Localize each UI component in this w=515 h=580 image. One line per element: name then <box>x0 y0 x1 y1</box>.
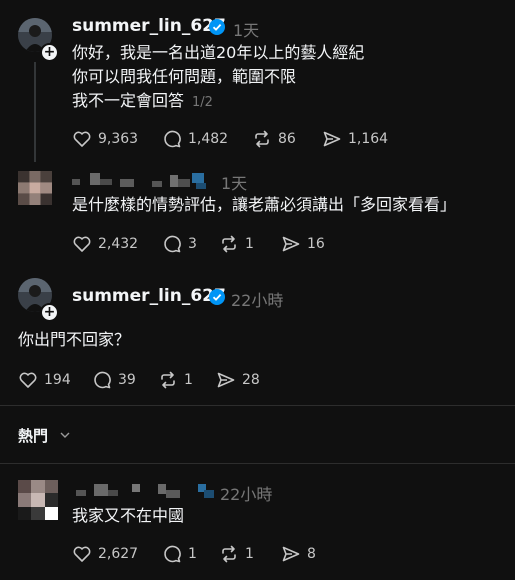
repost-count: 1 <box>245 546 254 562</box>
comment-button[interactable]: 1 <box>162 544 197 564</box>
heart-icon <box>19 372 37 388</box>
comment-icon <box>164 235 181 253</box>
post-text: 我不一定會回答 <box>72 91 185 110</box>
verified-badge-icon <box>209 19 225 35</box>
comment-count: 1 <box>188 546 197 562</box>
share-count: 1,164 <box>348 131 389 147</box>
post-time: 1天 <box>233 21 260 40</box>
avatar[interactable] <box>18 171 52 205</box>
like-button[interactable]: 2,627 <box>72 544 138 564</box>
page-indicator: 1/2 <box>192 95 213 110</box>
post-4[interactable]: 22小時 我家又不在中國 2,627 1 1 8 <box>0 470 515 580</box>
comment-count: 39 <box>118 372 136 388</box>
post-text-line: 你可以問我任何問題，範圍不限 <box>72 67 297 86</box>
share-icon <box>323 131 341 147</box>
comment-button[interactable]: 1,482 <box>162 129 228 149</box>
repost-button[interactable]: 1 <box>219 234 254 254</box>
repost-icon <box>222 545 236 563</box>
follow-plus-icon[interactable]: + <box>40 303 59 322</box>
share-button[interactable]: 8 <box>281 544 316 564</box>
repost-button[interactable]: 1 <box>219 544 254 564</box>
like-button[interactable]: 2,432 <box>72 234 138 254</box>
post-time: 1天 <box>221 174 248 193</box>
share-count: 16 <box>307 236 325 252</box>
divider <box>0 405 515 406</box>
post-actions: 2,432 3 1 16 <box>72 234 472 254</box>
repost-button[interactable]: 86 <box>252 129 296 149</box>
post-actions: 9,363 1,482 86 1,164 <box>72 129 472 149</box>
share-count: 28 <box>242 372 260 388</box>
verified-badge-icon <box>209 289 225 305</box>
comment-button[interactable]: 3 <box>162 234 197 254</box>
like-count: 9,363 <box>98 131 139 147</box>
avatar-pixelated <box>18 171 52 205</box>
share-button[interactable]: 16 <box>281 234 325 254</box>
comment-count: 3 <box>188 236 197 252</box>
post-actions: 194 39 1 28 <box>18 370 418 390</box>
post-text-line: 你好，我是一名出道20年以上的藝人經紀 <box>72 43 365 62</box>
like-count: 194 <box>44 372 71 388</box>
divider <box>0 463 515 464</box>
avatar[interactable] <box>18 480 58 520</box>
pixelated-name-image <box>72 173 206 189</box>
username-pixelated[interactable] <box>72 173 217 191</box>
username[interactable]: summer_lin_627 <box>72 16 226 36</box>
sort-dropdown[interactable]: 熱門 <box>18 425 48 446</box>
comment-icon <box>164 130 181 148</box>
comment-button[interactable]: 39 <box>92 370 136 390</box>
like-button[interactable]: 194 <box>18 370 71 390</box>
pixelated-name-image <box>76 484 214 498</box>
like-count: 2,432 <box>98 236 139 252</box>
avatar-pixelated <box>18 480 58 520</box>
post-actions: 2,627 1 1 8 <box>72 544 472 564</box>
post-text-line: 你出門不回家？ <box>18 330 131 349</box>
heart-icon <box>73 131 91 147</box>
chevron-down-icon[interactable] <box>60 430 70 440</box>
username-pixelated[interactable] <box>76 482 216 500</box>
share-count: 8 <box>307 546 316 562</box>
heart-icon <box>73 236 91 252</box>
thread-line <box>34 62 36 162</box>
post-text-line: 我家又不在中國 <box>72 506 185 525</box>
follow-plus-icon[interactable]: + <box>40 43 59 62</box>
post-time: 22小時 <box>231 291 284 310</box>
repost-icon <box>222 235 236 253</box>
comment-icon <box>94 371 111 389</box>
share-button[interactable]: 28 <box>216 370 260 390</box>
repost-count: 1 <box>184 372 193 388</box>
repost-icon <box>255 130 269 148</box>
comment-icon <box>164 545 181 563</box>
repost-count: 86 <box>278 131 296 147</box>
post-2[interactable]: 1天 是什麼樣的情勢評估，讓老蕭必須講出「多回家看看」 2,432 3 1 16 <box>0 165 515 265</box>
repost-button[interactable]: 1 <box>158 370 193 390</box>
post-3[interactable]: + summer_lin_627 22小時 你出門不回家？ 194 39 1 2… <box>0 270 515 405</box>
like-count: 2,627 <box>98 546 139 562</box>
post-time: 22小時 <box>220 485 273 504</box>
repost-icon <box>161 371 175 389</box>
comment-count: 1,482 <box>188 131 229 147</box>
share-icon <box>217 372 235 388</box>
heart-icon <box>73 546 91 562</box>
share-icon <box>282 546 300 562</box>
username[interactable]: summer_lin_627 <box>72 286 226 306</box>
post-text-line: 是什麼樣的情勢評估，讓老蕭必須講出「多回家看看」 <box>72 195 457 214</box>
like-button[interactable]: 9,363 <box>72 129 138 149</box>
post-text-line: 我不一定會回答 1/2 <box>72 89 213 115</box>
share-button[interactable]: 1,164 <box>322 129 388 149</box>
repost-count: 1 <box>245 236 254 252</box>
post-1[interactable]: + summer_lin_627 1天 你好，我是一名出道20年以上的藝人經紀 … <box>0 0 515 170</box>
share-icon <box>282 236 300 252</box>
